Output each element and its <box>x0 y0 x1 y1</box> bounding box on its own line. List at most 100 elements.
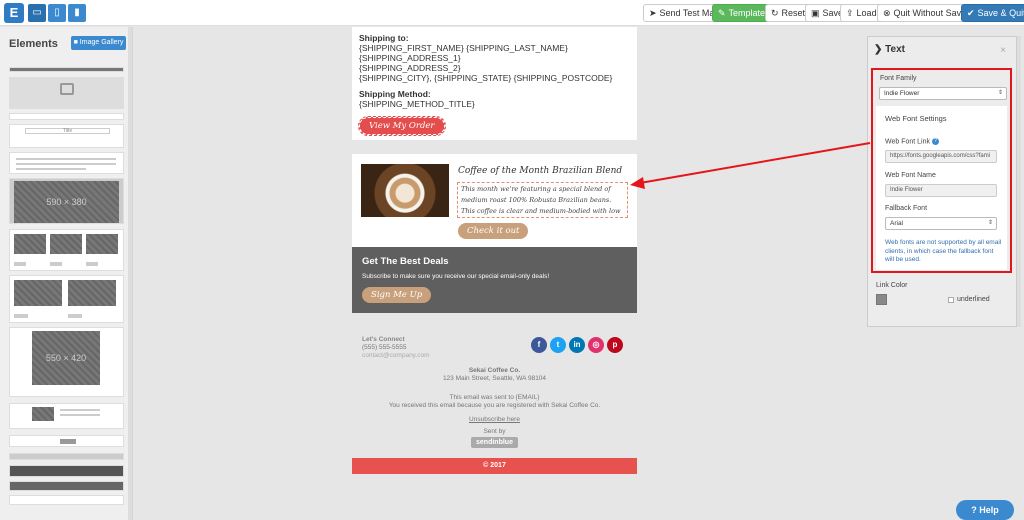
deals-title: Get The Best Deals <box>362 256 449 267</box>
street-address: 123 Main Street, Seattle, WA 98104 <box>442 375 547 382</box>
tablet-icon[interactable]: ▯ <box>48 4 66 22</box>
underlined-checkbox[interactable] <box>948 297 954 303</box>
fallback-font-label: Fallback Font <box>885 205 928 212</box>
check-it-out-button[interactable]: Check it out <box>458 223 529 239</box>
company-name: Sekai Coffee Co. <box>468 367 521 374</box>
web-font-warning: Web fonts are not supported by all email… <box>885 239 1002 263</box>
left-scrollbar[interactable] <box>128 27 132 520</box>
app-logo: E <box>4 3 24 23</box>
help-button[interactable]: ? Help <box>956 500 1014 520</box>
elements-title: Elements <box>9 38 58 50</box>
deals-block[interactable]: Get The Best Deals Subscribe to make sur… <box>352 247 637 313</box>
top-toolbar: E ▭ ▯ ▮ ➤ Send Test Mail ✎ Templates ↻ Rese… <box>0 0 1024 26</box>
font-family-label: Font Family <box>880 75 917 82</box>
element-thumb-social[interactable] <box>9 465 124 477</box>
underlined-label: underlined <box>957 296 990 303</box>
product-text[interactable]: This month we're featuring a special ble… <box>457 182 628 218</box>
device-switcher: ▭ ▯ ▮ <box>28 4 88 22</box>
view-order-button[interactable]: View My Order <box>358 116 446 136</box>
elements-panel: Elements ■ Image Gallery Title 590 × 380… <box>0 27 133 520</box>
registered-text: You received this email because you are … <box>388 402 601 409</box>
floppy-icon: ▣ <box>811 8 820 18</box>
sent-to-text: This email was sent to {EMAIL} <box>449 394 540 401</box>
chevron-right-icon: ❯ <box>874 44 886 55</box>
thumb-image-size-label: 590 × 380 <box>14 181 119 223</box>
cancel-icon: ⊗ <box>883 8 891 18</box>
image-gallery-button[interactable]: ■ Image Gallery <box>71 36 126 50</box>
panel-title: ❯ Text <box>874 44 905 55</box>
shipping-to-heading: Shipping to: <box>359 33 409 43</box>
shipping-method-heading: Shipping Method: <box>359 89 431 99</box>
sent-by-label: Sent by <box>483 428 506 435</box>
sign-me-up-button[interactable]: Sign Me Up <box>362 287 432 303</box>
web-font-settings-heading: Web Font Settings <box>885 114 947 123</box>
link-color-label: Link Color <box>876 282 908 289</box>
deals-text: Subscribe to make sure you receive our s… <box>362 273 550 280</box>
copyright-bar[interactable]: © 2017 <box>352 458 637 474</box>
shipping-line: {SHIPPING_ADDRESS_2} <box>359 63 461 73</box>
thumb-title-text: Title <box>25 128 110 134</box>
select-caret-icon: ⇕ <box>997 90 1003 96</box>
web-font-link-label: Web Font Link ? <box>885 138 939 145</box>
upload-icon: ⇪ <box>846 8 854 18</box>
link-color-swatch[interactable] <box>876 294 887 305</box>
pencil-icon: ✎ <box>718 8 726 18</box>
element-thumb-image-large[interactable]: 590 × 380 <box>9 178 124 224</box>
element-thumb-two-col[interactable] <box>9 275 124 323</box>
web-font-link-input[interactable]: https://fonts.googleapis.com/css?fami <box>885 150 997 163</box>
sent-by: Sent by sendinblue <box>352 428 637 448</box>
element-thumb-image-medium[interactable]: 550 × 420 <box>9 327 124 397</box>
element-thumb-header[interactable] <box>9 67 124 72</box>
product-block[interactable]: Coffee of the Month Brazilian Blend This… <box>352 154 637 247</box>
font-family-select[interactable]: Indie Flower ⇕ <box>879 87 1007 100</box>
element-thumb-footer[interactable] <box>9 481 124 491</box>
thumb-image-size-label-2: 550 × 420 <box>32 331 100 385</box>
sendinblue-logo: sendinblue <box>471 437 518 448</box>
element-thumb-divider[interactable] <box>9 113 124 120</box>
coffee-image <box>361 164 449 217</box>
shipping-method-value: {SHIPPING_METHOD_TITLE} <box>359 99 475 109</box>
send-icon: ➤ <box>649 8 657 18</box>
help-question-icon[interactable]: ? <box>931 138 939 145</box>
element-thumb-title[interactable]: Title <box>9 124 124 148</box>
email-canvas: Shipping to: {SHIPPING_FIRST_NAME} {SHIP… <box>134 27 854 520</box>
shipping-line: {SHIPPING_ADDRESS_1} <box>359 53 461 63</box>
instagram-icon[interactable]: ◎ <box>588 337 604 353</box>
web-font-settings-panel: Web Font Settings Web Font Link ? https:… <box>876 106 1007 270</box>
lets-connect-label: Let's Connect <box>362 336 405 343</box>
highlight-box: Font Family Indie Flower ⇕ Web Font Sett… <box>871 68 1012 273</box>
shipping-line: {SHIPPING_CITY}, {SHIPPING_STATE} {SHIPP… <box>359 73 613 83</box>
element-thumb-text[interactable] <box>9 152 124 174</box>
close-icon[interactable]: × <box>1000 45 1006 56</box>
save-and-quit-button[interactable]: ✔ Save & Quit <box>961 4 1024 22</box>
social-icons: f t in ◎ p <box>531 337 623 353</box>
web-font-name-label: Web Font Name <box>885 172 936 179</box>
connect-section: Let's Connect (555) 555-5555 contact@com… <box>362 336 430 360</box>
facebook-icon[interactable]: f <box>531 337 547 353</box>
twitter-icon[interactable]: t <box>550 337 566 353</box>
logo-placeholder-icon <box>60 83 74 95</box>
shipping-block[interactable]: Shipping to: {SHIPPING_FIRST_NAME} {SHIP… <box>352 27 637 140</box>
element-thumb-spacer[interactable] <box>9 453 124 460</box>
select-caret-icon: ⇕ <box>987 220 993 226</box>
element-thumb-three-col[interactable] <box>9 229 124 271</box>
element-thumb-logo[interactable] <box>9 77 124 109</box>
footer-block[interactable]: Let's Connect (555) 555-5555 contact@com… <box>352 327 637 448</box>
fallback-font-select[interactable]: Arial ⇕ <box>885 217 997 230</box>
unsubscribe-link[interactable]: Unsubscribe here <box>352 416 637 423</box>
element-thumb-image-text[interactable] <box>9 403 124 429</box>
mobile-icon[interactable]: ▮ <box>68 4 86 22</box>
shipping-line: {SHIPPING_FIRST_NAME} {SHIPPING_LAST_NAM… <box>359 43 568 53</box>
element-thumb-button[interactable] <box>9 435 124 447</box>
right-scrollbar[interactable] <box>1017 36 1021 327</box>
linkedin-icon[interactable]: in <box>569 337 585 353</box>
sent-info: This email was sent to {EMAIL} You recei… <box>352 394 637 410</box>
pinterest-icon[interactable]: p <box>607 337 623 353</box>
element-thumb-footer-light[interactable] <box>9 495 124 505</box>
reset-icon: ↻ <box>771 8 779 18</box>
contact-email: contact@company.com <box>362 352 430 359</box>
text-settings-panel: ❯ Text × Font Family Indie Flower ⇕ Web … <box>867 36 1017 327</box>
web-font-name-input[interactable]: Indie Flower <box>885 184 997 197</box>
check-icon: ✔ <box>967 8 975 18</box>
desktop-icon[interactable]: ▭ <box>28 4 46 22</box>
